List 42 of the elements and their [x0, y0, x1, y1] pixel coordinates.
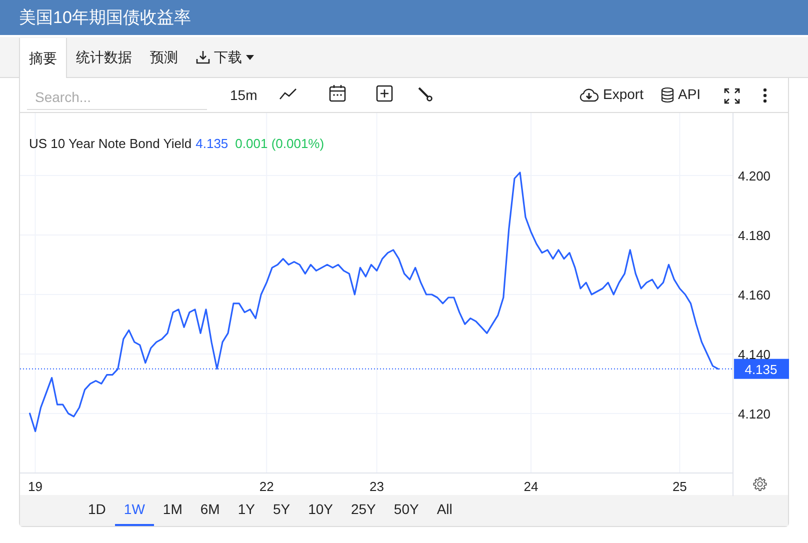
price-label: 4.135	[734, 358, 789, 379]
y-axis-label: 4.200	[738, 168, 771, 184]
tab[interactable]: 摘要	[19, 38, 67, 78]
x-axis-label: 23	[370, 479, 384, 494]
page-title: 美国10年期国债收益率	[19, 6, 191, 29]
calendar-icon[interactable]	[329, 84, 346, 102]
range-tab[interactable]: All	[428, 495, 462, 526]
range-tab[interactable]: 5Y	[264, 495, 300, 526]
x-axis-label: 25	[672, 479, 687, 494]
y-axis-label: 4.180	[738, 228, 771, 243]
tab[interactable]: 预测	[141, 37, 187, 77]
range-tab[interactable]: 50Y	[384, 495, 428, 526]
api-button[interactable]: API	[661, 84, 701, 105]
tab[interactable]: 统计数据	[67, 37, 141, 77]
range-tab[interactable]: 6M	[191, 495, 229, 526]
settings-icon[interactable]	[753, 477, 767, 491]
range-tab[interactable]: 1D	[79, 495, 115, 526]
x-axis-label: 22	[259, 479, 274, 494]
search-field[interactable]: Search...	[27, 84, 207, 110]
x-axis-label: 24	[524, 479, 538, 494]
line-chart-icon[interactable]	[279, 87, 297, 101]
y-axis-label: 4.120	[738, 406, 771, 422]
legend-series-name: US 10 Year Note Bond Yield	[29, 135, 192, 153]
range-tab[interactable]: 1M	[154, 495, 192, 526]
legend-change: 0.001 (0.001%)	[235, 135, 324, 153]
download-menu[interactable]: 下载	[187, 37, 263, 77]
fullscreen-icon[interactable]	[724, 88, 740, 104]
legend-value: 4.135	[196, 135, 228, 153]
range-tab[interactable]: 10Y	[299, 495, 342, 526]
range-tab[interactable]: 1W	[114, 495, 154, 526]
cloud-download-icon	[579, 88, 599, 102]
download-icon	[196, 50, 210, 64]
range-tab[interactable]: 1Y	[228, 495, 264, 526]
x-axis-label: 19	[28, 479, 42, 494]
more-options-icon[interactable]	[763, 88, 767, 103]
y-axis-label: 4.160	[738, 288, 771, 302]
add-icon[interactable]	[376, 85, 393, 102]
caret-icon	[246, 54, 254, 60]
database-icon	[661, 86, 674, 102]
range-tab[interactable]: 25Y	[342, 495, 385, 526]
interval-button[interactable]: 15m	[230, 85, 258, 106]
export-button[interactable]: Export	[579, 84, 644, 105]
